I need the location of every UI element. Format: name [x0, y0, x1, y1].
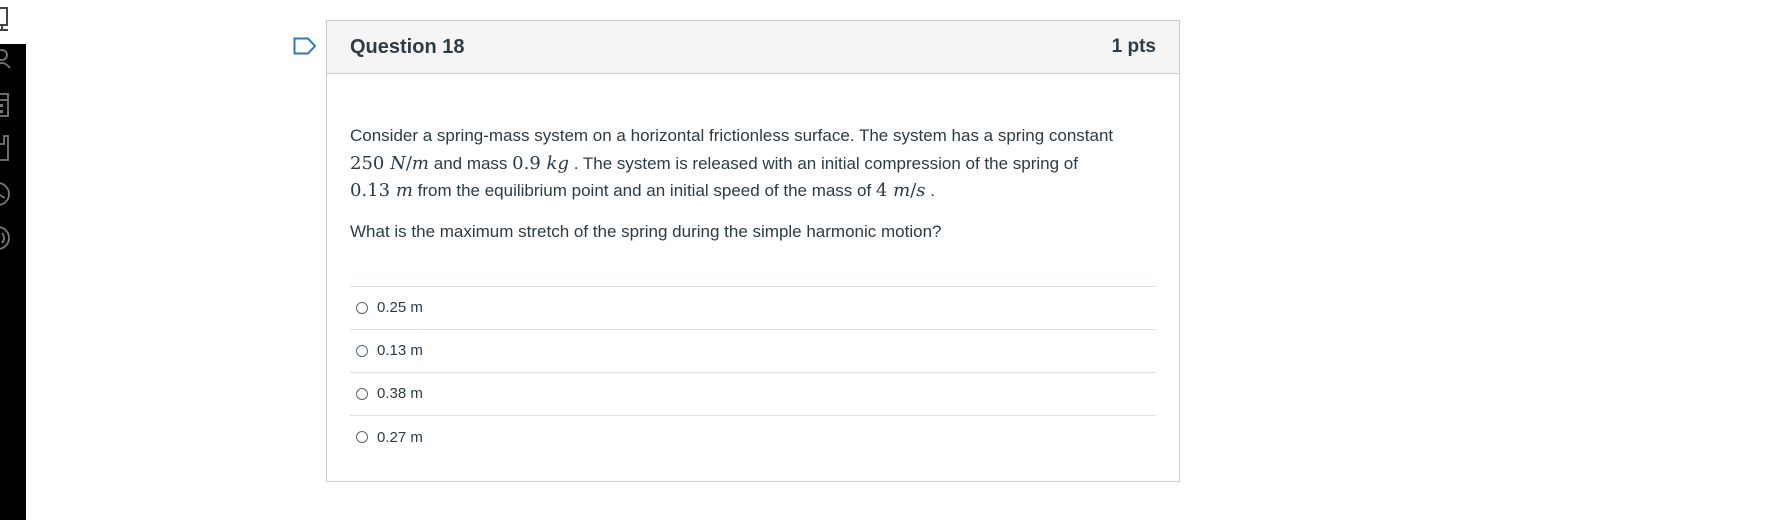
question-text-part: and mass: [433, 153, 513, 173]
radio-button[interactable]: [356, 387, 368, 400]
speed-value: 4 m/s: [875, 180, 926, 201]
answer-label[interactable]: 0.13 m: [377, 342, 423, 359]
quiz-page: Question 18 1 pts Consider a spring-mass…: [0, 0, 1792, 520]
question-header: Question 18 1 pts: [327, 21, 1179, 74]
question-text-part: Consider a spring-mass system on a horiz…: [350, 126, 1114, 145]
answer-label[interactable]: 0.38 m: [377, 385, 423, 402]
question-text-part: .: [930, 181, 935, 200]
compression-value: 0.13 m: [350, 180, 413, 201]
answer-label[interactable]: 0.25 m: [377, 299, 423, 316]
question-points: 1 pts: [1111, 36, 1156, 57]
question-title: Question 18: [350, 35, 465, 58]
bookmark-flag-icon[interactable]: [293, 37, 317, 55]
radio-button[interactable]: [356, 431, 368, 443]
radio-button[interactable]: [356, 301, 368, 314]
monitor-icon[interactable]: [0, 6, 14, 34]
answer-list: 0.25 m 0.13 m 0.38 m 0.27 m: [350, 285, 1156, 459]
clock-icon[interactable]: [0, 180, 14, 208]
question-text-part: . The system is released with an initial…: [573, 153, 1078, 173]
answer-label[interactable]: 0.27 m: [377, 429, 423, 446]
people-icon[interactable]: [0, 48, 14, 76]
question-prompt: What is the maximum stretch of the sprin…: [350, 221, 942, 241]
question-body: Consider a spring-mass system on a horiz…: [327, 74, 1179, 459]
question-text: Consider a spring-mass system on a horiz…: [350, 122, 1156, 205]
answer-option[interactable]: 0.13 m: [350, 330, 1156, 373]
radio-button[interactable]: [356, 344, 368, 357]
question-card: Question 18 1 pts Consider a spring-mass…: [326, 20, 1180, 482]
answer-option[interactable]: 0.27 m: [350, 416, 1156, 459]
answer-option[interactable]: 0.25 m: [350, 287, 1156, 330]
global-navigation: [0, 0, 26, 520]
help-icon[interactable]: [0, 224, 14, 252]
question-text-part: from the equilibrium point and an initia…: [417, 181, 876, 200]
answer-option[interactable]: 0.38 m: [350, 373, 1156, 416]
mass-value: 0.9 kg: [512, 152, 569, 174]
calendar-icon[interactable]: [0, 90, 14, 118]
inbox-icon[interactable]: [0, 134, 14, 162]
spring-constant-value: 250 N/m: [350, 152, 429, 174]
